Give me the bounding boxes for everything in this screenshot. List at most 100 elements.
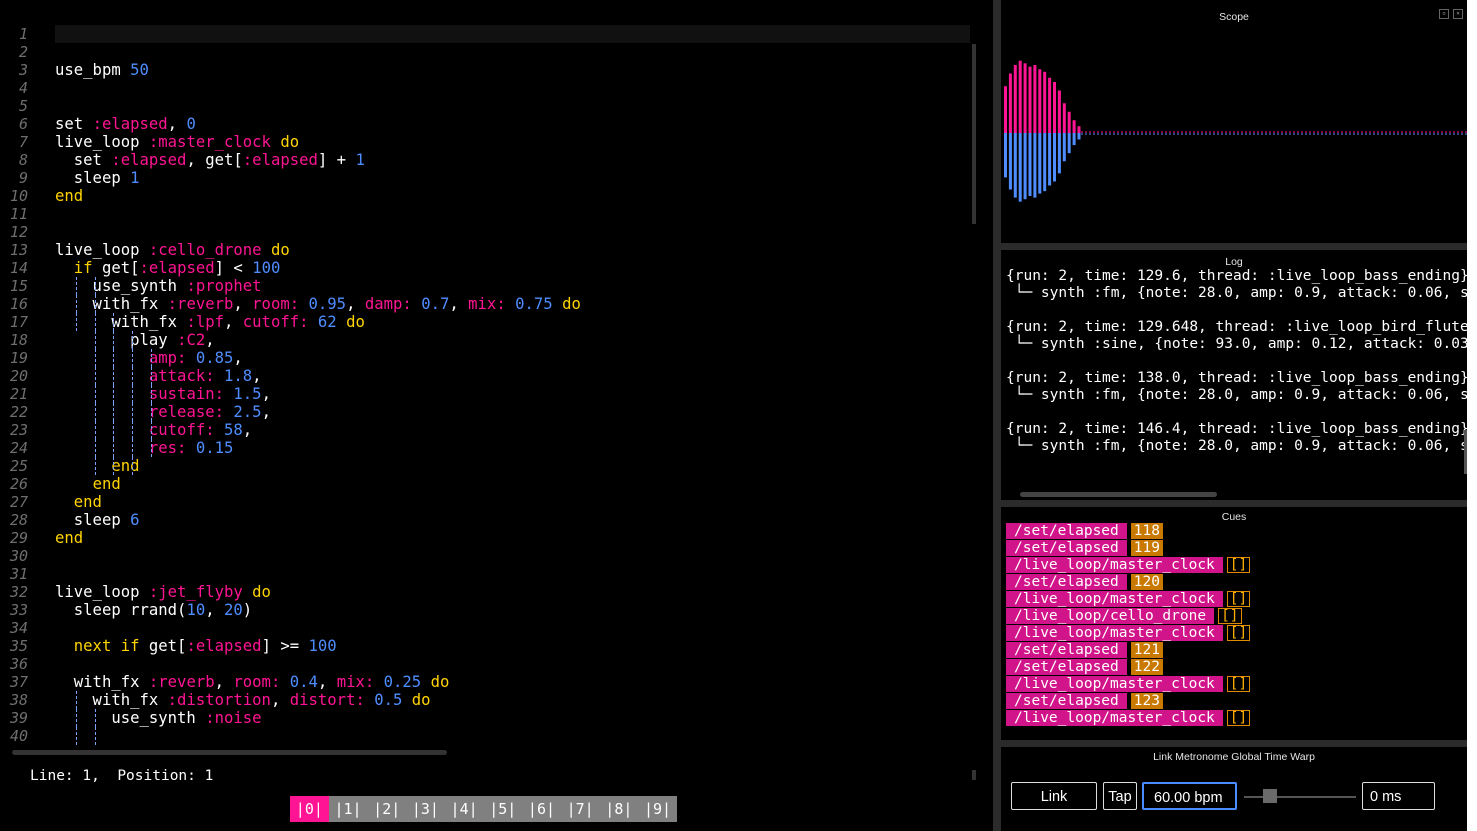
- code-line[interactable]: [55, 43, 970, 61]
- code-line[interactable]: [55, 619, 970, 637]
- code-line[interactable]: cutoff: 58,: [55, 421, 970, 439]
- time-warp-slider-track[interactable]: [1244, 796, 1356, 798]
- code-token: with_fx: [55, 691, 168, 709]
- code-token: :master_clock: [148, 133, 271, 151]
- indent-guide: [94, 349, 96, 367]
- panel-separator: [1001, 500, 1467, 507]
- code-line[interactable]: live_loop :jet_flyby do: [55, 583, 970, 601]
- code-line[interactable]: with_fx :reverb, room: 0.95, damp: 0.7, …: [55, 295, 970, 313]
- code-line[interactable]: end: [55, 493, 970, 511]
- buffer-tab-4[interactable]: |4|: [444, 796, 484, 822]
- code-line[interactable]: with_fx :reverb, room: 0.4, mix: 0.25 do: [55, 673, 970, 691]
- scope-bar-right: [1048, 133, 1052, 186]
- code-token: ,: [261, 403, 271, 421]
- line-number-gutter: 1 2 3 4 5 6 7 8 9 10 11 12 13 14 15 16 17 18 19 20 21 22 23 24 2…: [0, 25, 38, 745]
- log-horizontal-scrollbar[interactable]: [1020, 492, 1217, 497]
- code-line[interactable]: use_bpm 50: [55, 61, 970, 79]
- code-line[interactable]: sustain: 1.5,: [55, 385, 970, 403]
- pane-divider[interactable]: [993, 0, 1001, 831]
- code-line[interactable]: end: [55, 187, 970, 205]
- code-line[interactable]: res: 0.15: [55, 439, 970, 457]
- line-number: 15: [9, 277, 28, 295]
- code-line[interactable]: next if get[:elapsed] >= 100: [55, 637, 970, 655]
- code-line[interactable]: [55, 655, 970, 673]
- indent-guide: [151, 403, 152, 421]
- code-line[interactable]: use_synth :noise: [55, 709, 970, 727]
- code-line[interactable]: [55, 79, 970, 97]
- buffer-tab-3[interactable]: |3|: [406, 796, 445, 822]
- cue-entry: /live_loop/master_clock[]: [1006, 591, 1251, 607]
- code-line[interactable]: use_synth :prophet: [55, 277, 970, 295]
- code-token: play: [55, 331, 178, 349]
- cursor-status: Line: 1, Position: 1: [30, 768, 213, 784]
- code-line[interactable]: [55, 205, 970, 223]
- tap-button[interactable]: Tap: [1103, 782, 1137, 810]
- link-button[interactable]: Link: [1011, 782, 1097, 810]
- code-line[interactable]: if get[:elapsed] < 100: [55, 259, 970, 277]
- buffer-tab-8[interactable]: |8|: [599, 796, 639, 822]
- buffer-tab-5[interactable]: |5|: [483, 796, 523, 822]
- cue-path: /live_loop/cello_drone: [1006, 608, 1215, 624]
- bpm-input[interactable]: 60.00 bpm: [1142, 782, 1237, 810]
- cue-value: 120: [1130, 574, 1163, 590]
- code-line[interactable]: [55, 97, 970, 115]
- line-number: 34: [9, 619, 28, 637]
- code-token: sustain:: [148, 385, 224, 403]
- line-number: 2: [18, 43, 28, 61]
- line-number: 12: [9, 223, 28, 241]
- code-token: :elapsed: [186, 637, 262, 655]
- code-line[interactable]: end: [55, 475, 970, 493]
- cue-entry: /set/elapsed 119: [1006, 540, 1163, 556]
- code-line[interactable]: with_fx :distortion, distort: 0.5 do: [55, 691, 970, 709]
- code-line[interactable]: [55, 727, 970, 745]
- buffer-tab-6[interactable]: |6|: [522, 796, 561, 822]
- log-title: Log: [1225, 256, 1243, 268]
- code-line[interactable]: sleep 6: [55, 511, 970, 529]
- code-line[interactable]: play :C2,: [55, 331, 970, 349]
- buffer-tab-0[interactable]: |0|: [290, 796, 329, 822]
- code-line[interactable]: [55, 547, 970, 565]
- buffer-tab-7[interactable]: |7|: [560, 796, 600, 822]
- editor-horizontal-scrollbar[interactable]: [12, 750, 447, 755]
- cue-entry: /live_loop/master_clock[]: [1006, 557, 1251, 573]
- code-line[interactable]: release: 2.5,: [55, 403, 970, 421]
- code-line[interactable]: sleep 1: [55, 169, 970, 187]
- indent-guide: [75, 313, 77, 331]
- buffer-tab-1[interactable]: |1|: [328, 796, 368, 822]
- buffer-tab-9[interactable]: |9|: [638, 796, 677, 822]
- code-token: :prophet: [186, 277, 262, 295]
- scope-bar-left: [1053, 82, 1056, 133]
- code-line[interactable]: with_fx :lpf, cutoff: 62 do: [55, 313, 970, 331]
- editor-vertical-scrollbar[interactable]: [972, 44, 976, 224]
- code-line[interactable]: set :elapsed, get[:elapsed] + 1: [55, 151, 970, 169]
- cue-value: 118: [1130, 523, 1163, 539]
- code-line[interactable]: end: [55, 529, 970, 547]
- code-line[interactable]: attack: 1.8,: [55, 367, 970, 385]
- time-warp-input[interactable]: 0 ms: [1362, 782, 1435, 810]
- code-line[interactable]: [55, 25, 970, 43]
- code-line[interactable]: [55, 565, 970, 583]
- code-line[interactable]: set :elapsed, 0: [55, 115, 970, 133]
- buffer-tab-2[interactable]: |2|: [367, 796, 407, 822]
- code-area[interactable]: use_bpm 50 set :elapsed, 0 live_loop :mast…: [55, 25, 970, 745]
- indent-guide: [75, 295, 77, 313]
- code-line[interactable]: live_loop :master_clock do: [55, 133, 970, 151]
- code-line[interactable]: end: [55, 457, 970, 475]
- code-line[interactable]: live_loop :cello_drone do: [55, 241, 970, 259]
- code-line[interactable]: [55, 223, 970, 241]
- code-editor[interactable]: 1 2 3 4 5 6 7 8 9 10 11 12 13 14 15 16 17 18 19 20 21 22 23 24 2…: [0, 0, 993, 831]
- scope-bar-right: [1033, 133, 1037, 198]
- line-number: 11: [9, 205, 28, 223]
- time-warp-slider-thumb[interactable]: [1263, 789, 1277, 803]
- code-line[interactable]: sleep rrand(10, 20): [55, 601, 970, 619]
- code-token: ,: [242, 421, 253, 439]
- scope-bar-right: [1043, 133, 1047, 192]
- code-line[interactable]: amp: 0.85,: [55, 349, 970, 367]
